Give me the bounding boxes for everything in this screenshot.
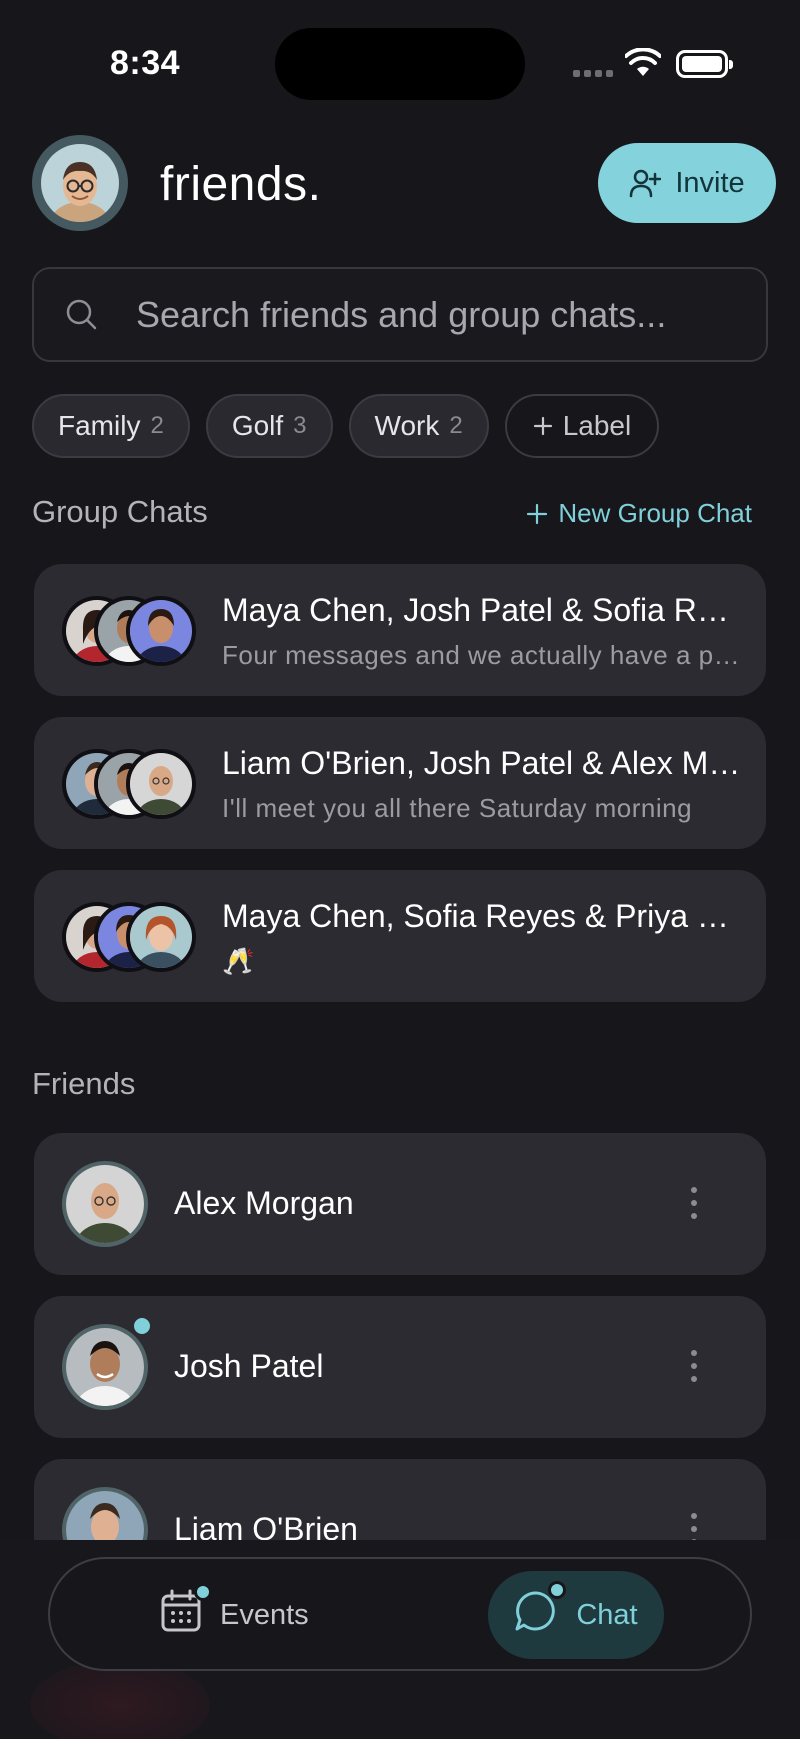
dynamic-island bbox=[275, 28, 525, 100]
add-user-icon bbox=[630, 169, 662, 198]
header: friends. Invite bbox=[32, 135, 776, 231]
plus-icon bbox=[527, 503, 548, 524]
add-label-button[interactable]: Label bbox=[504, 394, 660, 458]
avatar bbox=[126, 596, 196, 666]
calendar-icon bbox=[160, 1583, 212, 1641]
avatar bbox=[126, 902, 196, 972]
label-chip-family[interactable]: Family 2 bbox=[32, 394, 190, 458]
friend-row[interactable]: Alex Morgan bbox=[34, 1133, 766, 1275]
more-options-icon[interactable] bbox=[684, 1346, 704, 1386]
more-options-icon[interactable] bbox=[684, 1183, 704, 1223]
friends-heading: Friends bbox=[32, 1066, 136, 1101]
avatar bbox=[62, 1161, 148, 1247]
plus-icon bbox=[533, 416, 552, 436]
friend-name: Josh Patel bbox=[174, 1348, 324, 1384]
friend-name: Alex Morgan bbox=[174, 1185, 354, 1221]
tab-chat-label: Chat bbox=[576, 1598, 638, 1631]
tab-events-label: Events bbox=[220, 1598, 309, 1631]
avatar bbox=[62, 1324, 148, 1410]
tab-chat[interactable]: Chat bbox=[488, 1571, 664, 1659]
group-chat-preview: 🥂 bbox=[222, 946, 255, 976]
profile-avatar[interactable] bbox=[32, 135, 128, 231]
label-name: Work bbox=[374, 410, 440, 441]
status-bar: 8:34 bbox=[0, 0, 800, 130]
group-avatar-stack bbox=[62, 596, 202, 666]
search-input[interactable] bbox=[136, 269, 756, 360]
group-chat-row[interactable]: Liam O'Brien, Josh Patel & Alex Morgan I… bbox=[34, 717, 766, 849]
label-count: 2 bbox=[150, 412, 164, 439]
group-chat-row[interactable]: Maya Chen, Sofia Reyes & Priya Shah 🥂 bbox=[34, 870, 766, 1002]
group-chats-heading: Group Chats bbox=[32, 494, 208, 529]
invite-label: Invite bbox=[675, 166, 745, 199]
avatar bbox=[126, 749, 196, 819]
group-chat-name: Maya Chen, Sofia Reyes & Priya Shah bbox=[222, 898, 742, 934]
label-count: 2 bbox=[449, 412, 463, 439]
new-group-chat-button[interactable]: New Group Chat bbox=[526, 498, 752, 529]
label-chip-golf[interactable]: Golf 3 bbox=[205, 394, 333, 458]
group-avatar-stack bbox=[62, 749, 202, 819]
friend-row[interactable]: Josh Patel bbox=[34, 1296, 766, 1438]
tab-events[interactable]: Events bbox=[160, 1571, 309, 1659]
label-name: Golf bbox=[231, 410, 284, 441]
label-count: 3 bbox=[293, 412, 307, 439]
online-status-dot bbox=[130, 1314, 154, 1338]
invite-button[interactable]: Invite bbox=[598, 143, 776, 223]
group-avatar-stack bbox=[62, 902, 202, 972]
label-name: Family bbox=[58, 410, 141, 441]
app-title: friends. bbox=[160, 158, 322, 211]
search-icon bbox=[66, 299, 97, 330]
group-chat-row[interactable]: Maya Chen, Josh Patel & Sofia Reyes Four… bbox=[34, 564, 766, 696]
chat-bubble-icon bbox=[514, 1581, 567, 1641]
group-chat-name: Liam O'Brien, Josh Patel & Alex Morgan bbox=[222, 745, 742, 781]
notification-badge bbox=[548, 1581, 567, 1599]
status-time: 8:34 bbox=[110, 44, 181, 82]
new-group-chat-label: New Group Chat bbox=[558, 498, 752, 528]
label-filters: Family 2 Golf 3 Work 2 Label bbox=[32, 394, 660, 458]
cellular-signal-icon bbox=[573, 70, 613, 77]
group-chat-preview: I'll meet you all there Saturday morning bbox=[222, 793, 693, 823]
search-bar bbox=[32, 267, 768, 362]
battery-icon bbox=[676, 50, 733, 78]
wifi-icon bbox=[625, 48, 661, 76]
group-chat-preview: Four messages and we actually have a pla… bbox=[222, 640, 742, 670]
label-chip-work[interactable]: Work 2 bbox=[348, 394, 489, 458]
tab-bar: Events Chat bbox=[48, 1557, 752, 1671]
group-chat-name: Maya Chen, Josh Patel & Sofia Reyes bbox=[222, 592, 742, 628]
add-label-text: Label bbox=[562, 410, 632, 441]
notification-badge bbox=[194, 1583, 212, 1601]
